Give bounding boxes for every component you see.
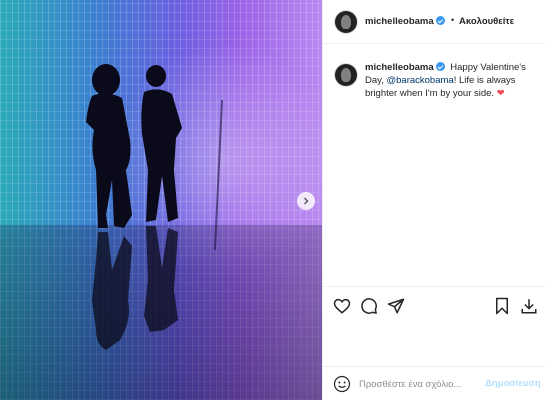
caption-username-text[interactable]: michelleobama: [365, 62, 434, 73]
following-button[interactable]: Ακολουθείτε: [459, 16, 514, 27]
username-text[interactable]: michelleobama: [365, 16, 434, 27]
download-icon: [521, 299, 537, 314]
post-image[interactable]: [0, 0, 322, 400]
post-header: michelleobama • Ακολουθείτε: [323, 0, 545, 44]
heart-icon: [333, 298, 351, 314]
save-button[interactable]: [493, 297, 511, 315]
separator-dot: •: [451, 15, 455, 25]
comment-icon: [361, 298, 377, 314]
verified-icon: [435, 16, 445, 25]
bookmark-icon: [496, 297, 508, 315]
verified-icon: [435, 62, 445, 71]
share-icon: [387, 298, 405, 314]
post-comment-button[interactable]: Δημοσίευση: [485, 378, 541, 389]
emoji-icon: [333, 375, 351, 393]
caption-username[interactable]: michelleobama: [365, 62, 445, 73]
mention-link[interactable]: @barackobama: [386, 75, 453, 86]
emoji-button[interactable]: [333, 375, 351, 393]
caption-avatar[interactable]: [335, 64, 357, 86]
chevron-right-icon: [304, 197, 309, 205]
share-button[interactable]: [387, 297, 405, 315]
heart-emoji: ❤: [496, 88, 505, 99]
silhouettes: [86, 64, 223, 350]
like-button[interactable]: [333, 297, 351, 315]
comment-button[interactable]: [360, 297, 378, 315]
avatar[interactable]: [335, 11, 357, 33]
download-button[interactable]: [520, 297, 538, 315]
comment-input[interactable]: [359, 376, 479, 392]
caption: michelleobama Happy Valentine's Day, @ba…: [365, 61, 535, 100]
instagram-post: michelleobama • Ακολουθείτε michelleobam…: [0, 0, 545, 400]
header-username[interactable]: michelleobama: [365, 16, 445, 27]
post-sidebar: michelleobama • Ακολουθείτε michelleobam…: [322, 0, 545, 400]
action-bar: [323, 286, 545, 326]
next-image-button[interactable]: [297, 192, 315, 210]
comment-bar: Δημοσίευση: [323, 366, 545, 400]
